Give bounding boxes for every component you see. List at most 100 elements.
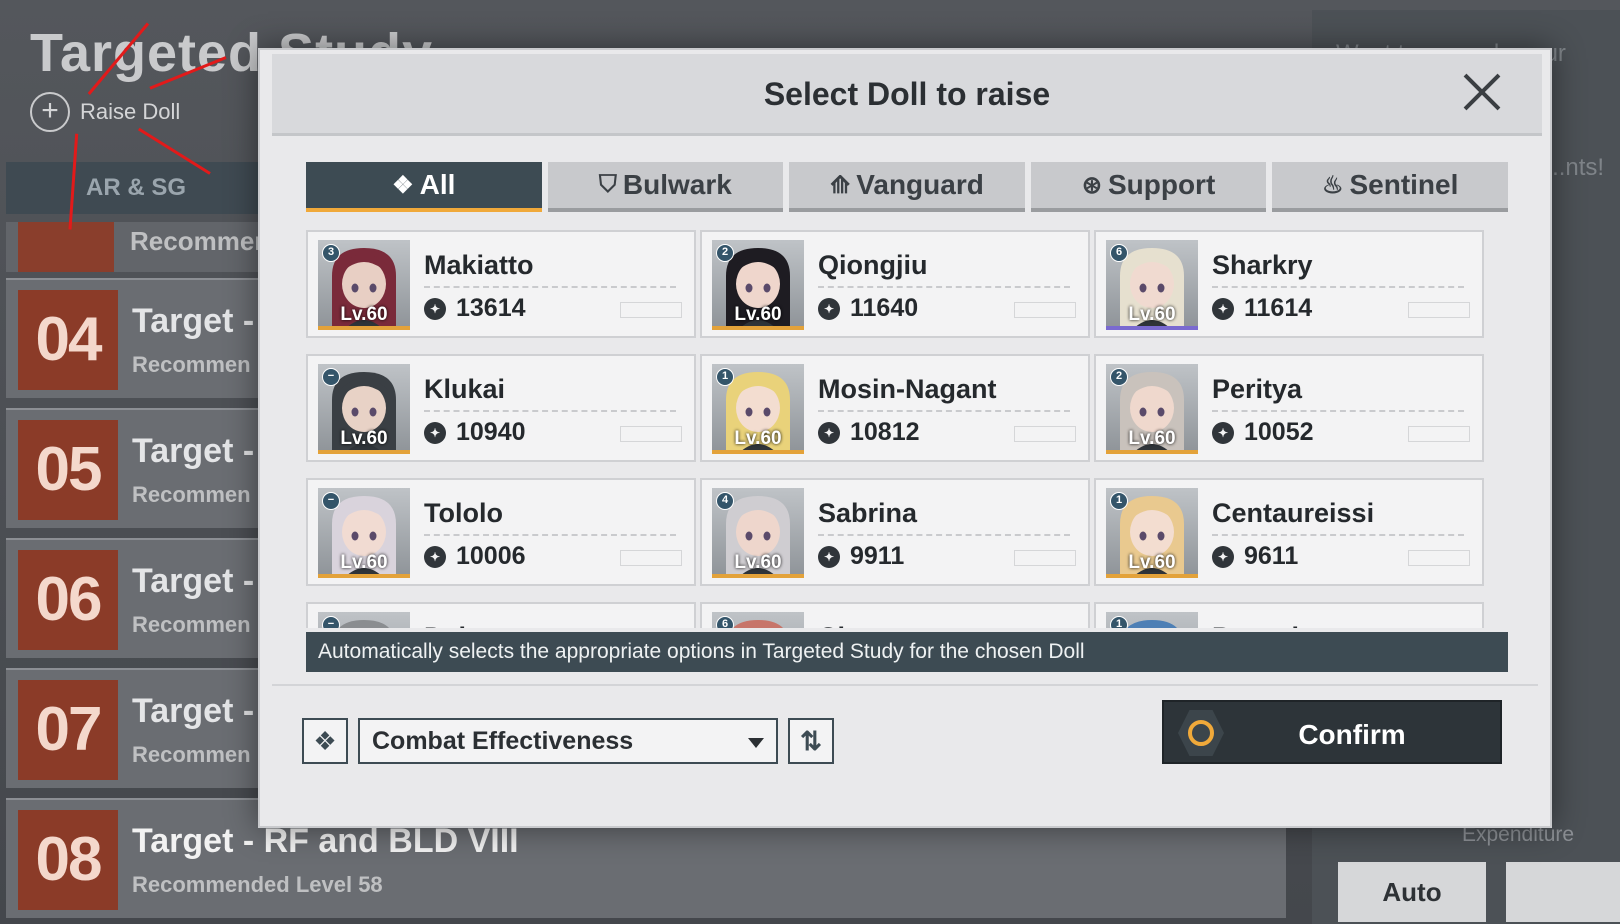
divider bbox=[1212, 534, 1464, 536]
doll-card[interactable]: 2 Lv.60 Qiongjiu ✦ 11640 bbox=[700, 230, 1090, 338]
tab-bulwark[interactable]: ⛉ Bulwark bbox=[547, 162, 784, 212]
tab-ar-sg[interactable]: AR & SG bbox=[6, 162, 266, 214]
tab-label: Vanguard bbox=[856, 169, 984, 200]
doll-level: Lv.60 bbox=[734, 304, 782, 325]
doll-card[interactable]: 1 Papash… bbox=[1094, 602, 1484, 628]
combat-power: ✦ 10940 bbox=[424, 418, 526, 447]
combat-power: ✦ 9611 bbox=[1212, 542, 1298, 571]
card-number: 05 bbox=[18, 420, 118, 520]
tab-label: All bbox=[419, 169, 456, 200]
doll-card[interactable]: 1 Lv.60 Centaureissi ✦ 9611 bbox=[1094, 478, 1484, 586]
card-subtitle: Recommen bbox=[132, 352, 251, 377]
doll-card[interactable]: 1 Lv.60 Mosin-Nagant ✦ 10812 bbox=[700, 354, 1090, 462]
bulwark-shield-icon: ⛉ bbox=[598, 171, 617, 198]
serial-stamp bbox=[620, 302, 682, 318]
rarity-bar bbox=[712, 450, 804, 454]
rank-badge: 3 bbox=[322, 244, 340, 262]
doll-portrait: 1 bbox=[1106, 612, 1198, 628]
tab-sentinel[interactable]: ♨ Sentinel bbox=[1272, 162, 1508, 212]
card-subtitle: Recommended Level 58 bbox=[132, 872, 383, 897]
doll-name: Dai… bbox=[424, 622, 493, 628]
chevron-down-icon bbox=[748, 738, 764, 748]
card-number: 06 bbox=[18, 550, 118, 650]
serial-stamp bbox=[1408, 550, 1470, 566]
serial-stamp bbox=[1014, 426, 1076, 442]
doll-portrait: 3 Lv.60 bbox=[318, 240, 410, 330]
rank-badge: 6 bbox=[1110, 244, 1128, 262]
sort-dropdown[interactable]: Combat Effectiveness bbox=[358, 718, 778, 764]
auto-button[interactable]: Auto bbox=[1338, 862, 1486, 922]
rarity-bar bbox=[1106, 326, 1198, 330]
tab-vanguard[interactable]: ⟰ Vanguard bbox=[789, 162, 1025, 212]
combat-power-icon: ✦ bbox=[424, 421, 446, 444]
doll-name: Sharkry bbox=[1212, 250, 1313, 280]
combat-power-value: 11614 bbox=[1244, 294, 1313, 322]
support-icon: ⊛ bbox=[1081, 171, 1102, 199]
doll-card[interactable]: 6 Lv.60 Sharkry ✦ 11614 bbox=[1094, 230, 1484, 338]
doll-portrait: 2 Lv.60 bbox=[1106, 364, 1198, 454]
doll-name: Centaureissi bbox=[1212, 498, 1375, 528]
class-filter-tabs: ❖ All ⛉ Bulwark ⟰ Vanguard ⊛ Support ♨ Sentin… bbox=[306, 162, 1508, 212]
doll-card[interactable]: 6 Cheet… bbox=[700, 602, 1090, 628]
doll-name: Makiatto bbox=[424, 250, 534, 280]
doll-level: Lv.60 bbox=[340, 428, 388, 449]
card-title: Target - bbox=[132, 692, 255, 730]
doll-name: Tololo bbox=[424, 498, 503, 528]
card-title: Target - bbox=[132, 302, 255, 340]
doll-card[interactable]: 3 Lv.60 Makiatto ✦ 13614 bbox=[306, 230, 696, 338]
card-subtitle: Recommen bbox=[132, 742, 251, 767]
doll-level: Lv.60 bbox=[1128, 428, 1176, 449]
serial-stamp bbox=[1408, 302, 1470, 318]
divider bbox=[818, 286, 1070, 288]
card-title: Target - bbox=[132, 562, 255, 600]
doll-portrait: 1 Lv.60 bbox=[1106, 488, 1198, 578]
sort-filter-button[interactable]: ❖ bbox=[302, 718, 348, 764]
combat-power: ✦ 11614 bbox=[1212, 294, 1312, 323]
combat-power-icon: ✦ bbox=[818, 421, 840, 444]
divider bbox=[272, 684, 1538, 686]
study-card-partial[interactable]: Recommen bbox=[6, 222, 270, 272]
card-number: 08 bbox=[18, 810, 118, 910]
serial-stamp bbox=[1014, 550, 1076, 566]
rank-badge: − bbox=[322, 492, 340, 510]
rank-badge: 1 bbox=[1110, 616, 1128, 628]
tab-all[interactable]: ❖ All bbox=[306, 162, 542, 212]
combat-power-value: 9611 bbox=[1244, 542, 1299, 570]
rarity-bar bbox=[1106, 450, 1198, 454]
tab-label: Bulwark bbox=[622, 169, 732, 200]
combat-power-value: 11640 bbox=[850, 294, 919, 322]
sort-order-button[interactable]: ⇅ bbox=[788, 718, 834, 764]
doll-card[interactable]: 2 Lv.60 Perityа ✦ 10052 bbox=[1094, 354, 1484, 462]
close-button[interactable] bbox=[1462, 72, 1502, 112]
raise-doll-button[interactable]: + Raise Doll bbox=[30, 92, 180, 132]
confirm-button[interactable]: Confirm bbox=[1162, 700, 1502, 764]
tab-support[interactable]: ⊛ Support bbox=[1030, 162, 1267, 212]
rank-badge: 2 bbox=[1110, 368, 1128, 386]
doll-card[interactable]: − Lv.60 Tololo ✦ 10006 bbox=[306, 478, 696, 586]
combat-power: ✦ 13614 bbox=[424, 294, 526, 323]
doll-level: Lv.60 bbox=[1128, 304, 1176, 325]
card-subtitle: Recommen bbox=[132, 482, 251, 507]
card-number: 07 bbox=[18, 680, 118, 780]
card-number: 04 bbox=[18, 290, 118, 390]
doll-portrait: − Lv.60 bbox=[318, 488, 410, 578]
divider bbox=[424, 286, 676, 288]
combat-power-value: 9911 bbox=[850, 542, 905, 570]
doll-list[interactable]: 3 Lv.60 Makiatto ✦ 13614 2 Lv.60 Qiongjiu ✦ 11640… bbox=[306, 230, 1508, 628]
doll-card[interactable]: − Dai… bbox=[306, 602, 696, 628]
doll-card[interactable]: 4 Lv.60 Sabrina ✦ 9911 bbox=[700, 478, 1090, 586]
combat-power: ✦ 11640 bbox=[818, 294, 918, 323]
confirm-label: Confirm bbox=[1298, 719, 1406, 750]
card-title: Target - bbox=[132, 432, 255, 470]
sort-order-icon: ⇅ bbox=[800, 726, 822, 756]
auto-secondary-button[interactable] bbox=[1506, 862, 1620, 922]
serial-stamp bbox=[620, 550, 682, 566]
combat-power-value: 10006 bbox=[456, 542, 526, 570]
doll-level: Lv.60 bbox=[734, 428, 782, 449]
doll-card[interactable]: − Lv.60 Klukai ✦ 10940 bbox=[306, 354, 696, 462]
doll-name: Perityа bbox=[1212, 374, 1303, 404]
raise-doll-label: Raise Doll bbox=[80, 99, 181, 124]
info-bar: Automatically selects the appropriate op… bbox=[306, 632, 1508, 672]
doll-level: Lv.60 bbox=[734, 552, 782, 573]
card-number-block bbox=[18, 222, 114, 272]
